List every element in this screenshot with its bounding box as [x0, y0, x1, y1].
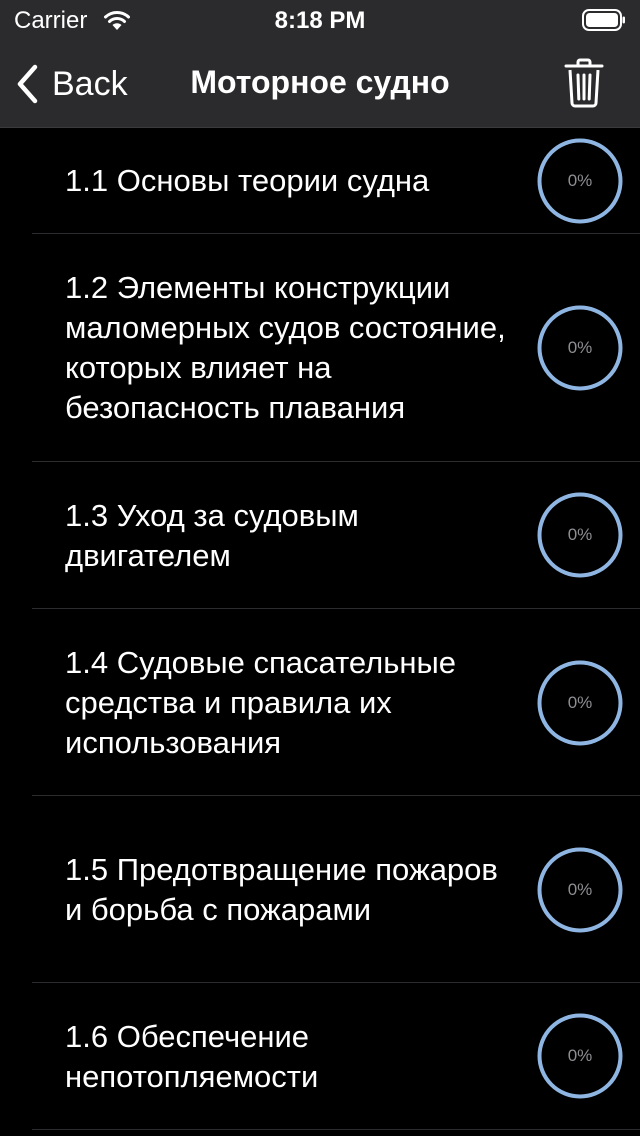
chevron-left-icon	[17, 64, 38, 104]
screen: Carrier 8:18 PM Back Моторное судно 1.1 …	[0, 0, 640, 1136]
topic-title: 1.6 Обеспечение непотопляемости	[65, 1018, 319, 1094]
progress-label: 0%	[567, 1046, 593, 1065]
topic-list: 1.1 Основы теории судна 0% 1.2 Элементы …	[0, 128, 640, 1130]
progress-ring: 0%	[537, 492, 623, 578]
list-item[interactable]: 1.6 Обеспечение непотопляемости 0%	[0, 983, 640, 1130]
progress-label: 0%	[567, 880, 593, 899]
list-item[interactable]: 1.5 Предотвращение пожаров и борьба с по…	[0, 796, 640, 983]
progress-ring: 0%	[537, 138, 623, 224]
separator	[32, 1129, 640, 1130]
progress-label: 0%	[567, 525, 593, 544]
back-button[interactable]: Back	[16, 62, 128, 106]
list-item[interactable]: 1.4 Судовые спасательные средства и прав…	[0, 609, 640, 796]
progress-ring: 0%	[537, 847, 623, 933]
progress-label: 0%	[567, 338, 593, 357]
topic-title: 1.4 Судовые спасательные средства и прав…	[65, 644, 457, 760]
progress-label: 0%	[567, 171, 593, 190]
progress-ring: 0%	[537, 1013, 623, 1099]
battery-icon	[582, 9, 625, 31]
back-label: Back	[52, 64, 128, 103]
list-item[interactable]: 1.2 Элементы конструкции маломерных судо…	[0, 234, 640, 462]
topic-title: 1.5 Предотвращение пожаров и борьба с по…	[65, 851, 498, 927]
list-item[interactable]: 1.1 Основы теории судна 0%	[0, 128, 640, 234]
list-item[interactable]: 1.3 Уход за судовым двигателем 0%	[0, 462, 640, 609]
topic-title: 1.1 Основы теории судна	[65, 163, 430, 198]
progress-ring: 0%	[537, 660, 623, 746]
top-bar: Carrier 8:18 PM Back Моторное судно	[0, 0, 640, 128]
topic-title: 1.3 Уход за судовым двигателем	[65, 497, 359, 573]
progress-label: 0%	[567, 693, 593, 712]
navigation-bar: Back Моторное судно	[0, 40, 640, 128]
topic-title: 1.2 Элементы конструкции маломерных судо…	[65, 270, 506, 425]
status-bar: Carrier 8:18 PM	[0, 0, 640, 40]
progress-ring: 0%	[537, 305, 623, 391]
trash-icon[interactable]	[564, 58, 604, 108]
clock: 8:18 PM	[274, 7, 366, 34]
